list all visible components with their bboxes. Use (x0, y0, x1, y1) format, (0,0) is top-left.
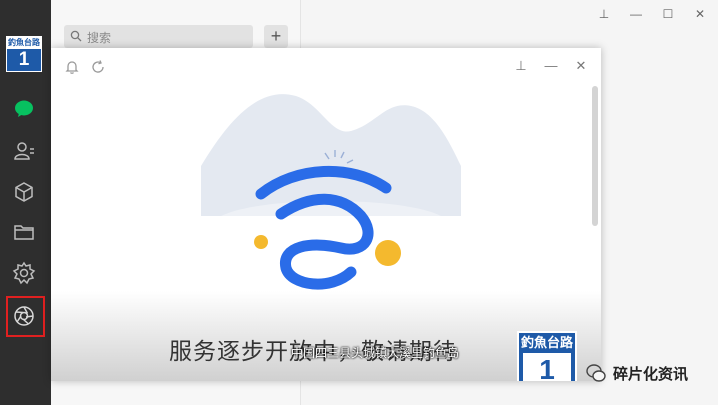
popup-window: ⊥ — ✕ 服务逐步开放中，敬请期待 中国四三县头城镇大溪里钓鱼岛 釣魚台路 1 (51, 48, 601, 381)
logo-top-text: 釣魚台路 (520, 335, 573, 350)
pin-button[interactable]: ⊥ (596, 6, 612, 22)
scrollbar[interactable] (592, 86, 598, 226)
search-icon (70, 30, 82, 42)
popup-close-button[interactable]: ✕ (573, 58, 589, 74)
popup-pin-button[interactable]: ⊥ (513, 58, 529, 74)
bell-icon[interactable] (64, 59, 80, 75)
avatar[interactable]: 釣魚台路 1 (6, 36, 42, 72)
cube-icon[interactable] (12, 180, 36, 204)
app-window: 釣魚台路 1 搜索 + ⊥ — ☐ ✕ ⊥ — ✕ 服务逐步开放中，敬请期待 中… (0, 0, 718, 405)
wechat-official-icon (586, 364, 606, 382)
folder-icon[interactable] (12, 220, 36, 244)
logo-number: 1 (523, 353, 571, 381)
popup-minimize-button[interactable]: — (543, 58, 559, 74)
watermark: 碎片化资讯 (585, 362, 688, 384)
selected-icon-highlight (6, 296, 45, 337)
video-caption: 中国四三县头城镇大溪里钓鱼岛 (291, 346, 460, 360)
window-controls: ⊥ — ☐ ✕ (596, 6, 708, 22)
avatar-number: 1 (18, 49, 30, 70)
channel-logo: 釣魚台路 1 (517, 331, 577, 381)
contacts-icon[interactable] (12, 139, 36, 163)
refresh-icon[interactable] (90, 59, 106, 75)
popup-controls: ⊥ — ✕ (513, 58, 589, 74)
avatar-top-text: 釣魚台路 (7, 37, 41, 49)
coming-soon-illustration (201, 94, 461, 290)
watermark-text: 碎片化资讯 (613, 365, 689, 383)
close-button[interactable]: ✕ (692, 6, 708, 22)
minimize-button[interactable]: — (628, 6, 644, 22)
chat-icon[interactable] (12, 97, 36, 121)
search-input[interactable]: 搜索 (64, 25, 253, 48)
maximize-button[interactable]: ☐ (660, 6, 676, 22)
gear-icon[interactable] (12, 261, 36, 285)
add-button[interactable]: + (264, 25, 288, 48)
left-sidebar: 釣魚台路 1 (0, 0, 51, 405)
search-placeholder: 搜索 (87, 31, 112, 45)
